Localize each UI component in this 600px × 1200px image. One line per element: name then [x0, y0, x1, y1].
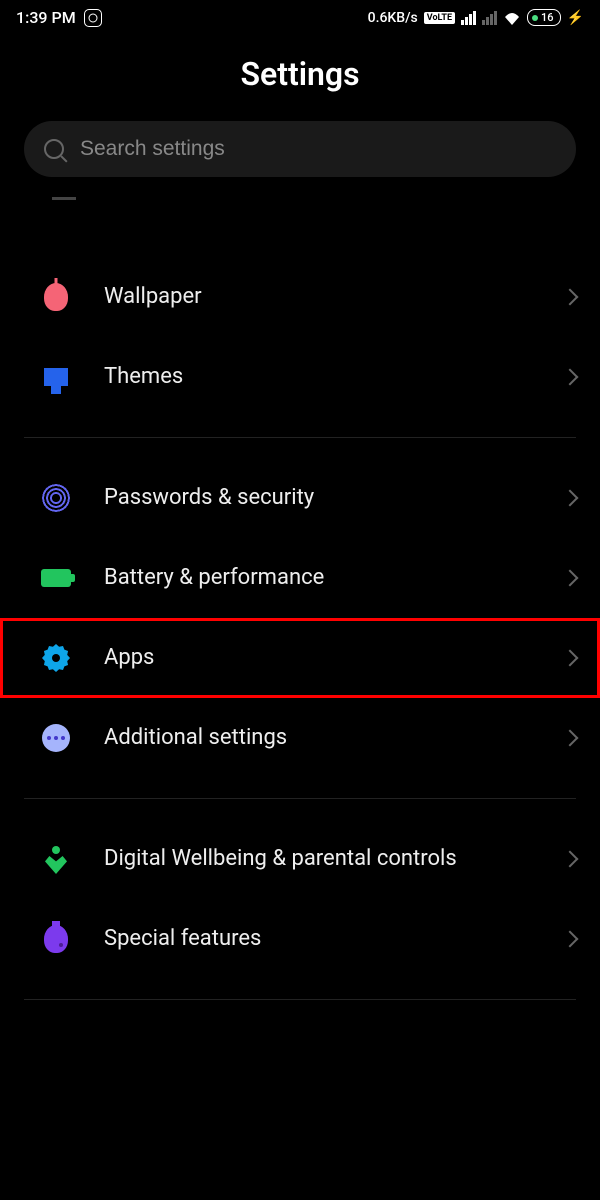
- chevron-right-icon: [562, 851, 579, 868]
- flask-icon: [40, 923, 72, 955]
- chevron-right-icon: [562, 650, 579, 667]
- search-bar[interactable]: [24, 121, 576, 177]
- chevron-right-icon: [562, 931, 579, 948]
- chevron-right-icon: [562, 289, 579, 306]
- chevron-right-icon: [562, 730, 579, 747]
- signal-icon: [461, 11, 476, 25]
- search-input[interactable]: [80, 137, 556, 161]
- chevron-right-icon: [562, 570, 579, 587]
- data-speed: 0.6KB/s: [368, 10, 418, 26]
- settings-item-label: Themes: [104, 363, 532, 392]
- status-time: 1:39 PM: [16, 8, 76, 27]
- charging-icon: ⚡: [567, 10, 584, 26]
- wellbeing-icon: [40, 843, 72, 875]
- settings-item-wellbeing[interactable]: Digital Wellbeing & parental controls: [0, 819, 600, 899]
- page-title: Settings: [0, 55, 600, 93]
- settings-item-battery[interactable]: Battery & performance: [0, 538, 600, 618]
- settings-item-apps[interactable]: Apps: [0, 618, 600, 698]
- settings-item-label: Apps: [104, 644, 532, 673]
- battery-icon: [40, 562, 72, 594]
- settings-item-label: Wallpaper: [104, 283, 532, 312]
- fingerprint-icon: [40, 482, 72, 514]
- chevron-right-icon: [562, 369, 579, 386]
- settings-item-themes[interactable]: Themes: [0, 337, 600, 417]
- wifi-icon: [503, 11, 521, 25]
- settings-item-label: Battery & performance: [104, 564, 532, 593]
- more-icon: [40, 722, 72, 754]
- settings-item-special[interactable]: Special features: [0, 899, 600, 979]
- search-icon: [44, 139, 64, 159]
- settings-item-additional[interactable]: Additional settings: [0, 698, 600, 778]
- instagram-notification-icon: [84, 9, 102, 27]
- gear-icon: [40, 642, 72, 674]
- settings-item-label: Passwords & security: [104, 484, 532, 513]
- settings-item-label: Digital Wellbeing & parental controls: [104, 845, 532, 874]
- settings-item-passwords[interactable]: Passwords & security: [0, 458, 600, 538]
- chevron-right-icon: [562, 490, 579, 507]
- themes-icon: [40, 361, 72, 393]
- wallpaper-icon: [40, 281, 72, 313]
- settings-list: Wallpaper Themes Passwords & security Ba…: [0, 247, 600, 1000]
- settings-item-label: Special features: [104, 925, 532, 954]
- divider: [24, 999, 576, 1000]
- volte-badge: VoLTE: [424, 12, 455, 24]
- settings-item-label: Additional settings: [104, 724, 532, 753]
- partial-prev-item: [24, 197, 576, 227]
- signal-icon-sim2: [482, 11, 497, 25]
- status-bar: 1:39 PM 0.6KB/s VoLTE 16 ⚡: [0, 0, 600, 35]
- settings-item-wallpaper[interactable]: Wallpaper: [0, 257, 600, 337]
- battery-indicator: 16: [527, 9, 561, 26]
